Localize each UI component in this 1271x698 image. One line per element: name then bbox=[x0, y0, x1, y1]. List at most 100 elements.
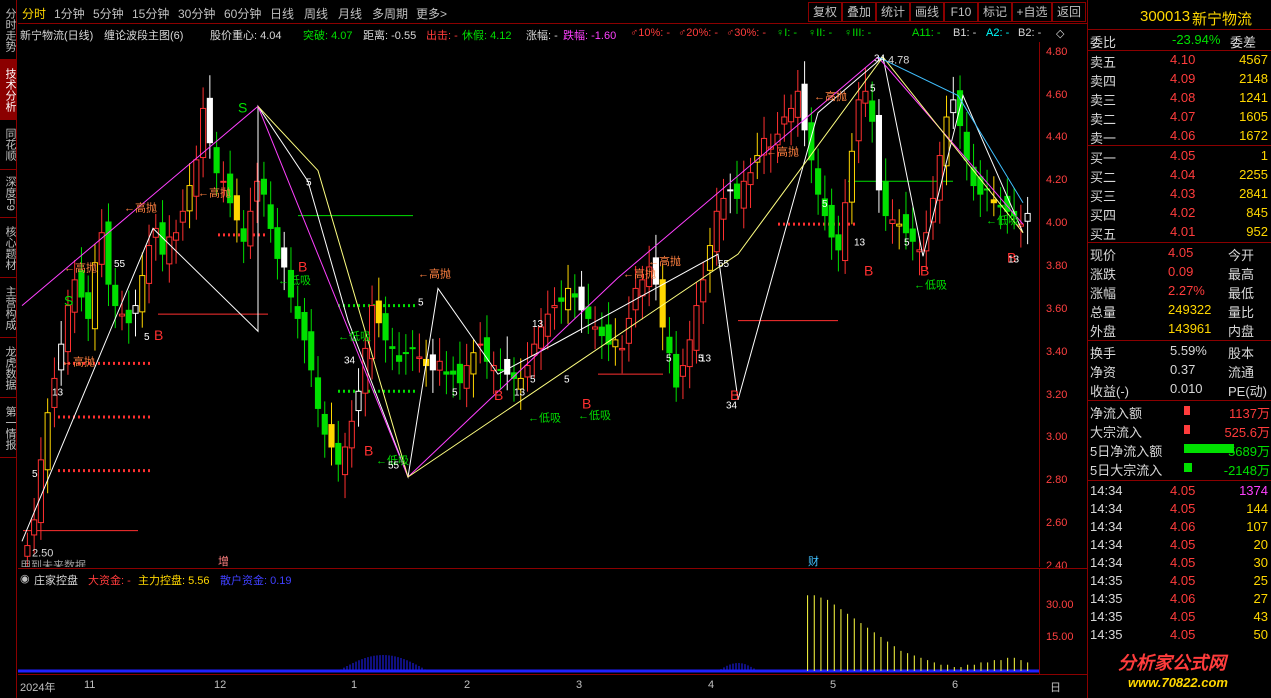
sub-indicator-chart[interactable] bbox=[18, 586, 1039, 674]
nav-qingbao[interactable]: 第一情报 bbox=[0, 398, 16, 458]
tick-price: 4.05 bbox=[1170, 627, 1196, 642]
tick-vol: 30 bbox=[1253, 555, 1268, 570]
zeng-marker: 增 bbox=[218, 554, 229, 567]
candle-body bbox=[909, 228, 916, 242]
candle-body bbox=[544, 313, 551, 337]
tick-row: 14:35 4.05 50 bbox=[1088, 626, 1271, 644]
quote-label2: 最高 bbox=[1228, 267, 1255, 282]
period-month[interactable]: 月线 bbox=[338, 5, 362, 22]
dixi-label: ←低吸 bbox=[528, 411, 561, 424]
sell-signal: S bbox=[64, 293, 73, 309]
xlabel[interactable]: 日 bbox=[1050, 679, 1061, 695]
back-button[interactable]: 返回 bbox=[1052, 2, 1086, 22]
candle-body bbox=[720, 197, 727, 220]
ask-vol: 1605 bbox=[1239, 109, 1268, 124]
candle-body bbox=[889, 219, 896, 224]
candle-body bbox=[389, 346, 396, 349]
q2-value: ♀II: - bbox=[808, 27, 833, 39]
biaoji-button[interactable]: 标记 bbox=[978, 2, 1012, 22]
diejia-button[interactable]: 叠加 bbox=[842, 2, 876, 22]
candle-body bbox=[294, 306, 301, 319]
period-multi[interactable]: 多周期 bbox=[372, 5, 408, 22]
candle-body bbox=[308, 331, 315, 371]
tick-row: 14:34 4.05 20 bbox=[1088, 536, 1271, 554]
nav-tonghuashun[interactable]: 同花顺 bbox=[0, 120, 16, 170]
candle-body bbox=[592, 326, 599, 330]
stats-label: 换手 bbox=[1090, 346, 1117, 361]
diefu-value: 跌幅: -1.60 bbox=[563, 30, 617, 42]
candle-body bbox=[727, 189, 734, 192]
gaopao-label: ←高抛 bbox=[418, 267, 451, 281]
price-axis: 4.80 4.60 4.40 4.20 4.00 3.80 3.60 3.40 3.20 3.00… bbox=[1039, 42, 1087, 572]
candle-body bbox=[896, 223, 903, 227]
period-30min[interactable]: 30分钟 bbox=[178, 5, 215, 22]
ask-vol: 1672 bbox=[1239, 128, 1268, 143]
flow-bar bbox=[1184, 444, 1234, 453]
flow-bar bbox=[1184, 406, 1190, 415]
count-label: 34 bbox=[874, 53, 886, 64]
nav-jishufenxi[interactable]: 技术分析 bbox=[0, 60, 16, 120]
quote-label: 总量 bbox=[1090, 305, 1117, 320]
buy-signal: B bbox=[298, 258, 307, 274]
candle-body bbox=[166, 236, 173, 265]
candle-body bbox=[112, 284, 119, 307]
stats-value: 0.010 bbox=[1170, 381, 1203, 396]
count-label: 5 bbox=[306, 178, 312, 189]
period-5min[interactable]: 5分钟 bbox=[93, 5, 124, 22]
flow-label: 5日大宗流入 bbox=[1090, 463, 1163, 478]
period-day[interactable]: 日线 bbox=[270, 5, 294, 22]
main-kline-chart[interactable]: ←高抛←高抛←高抛←高抛←高抛 ←高抛←高抛←高抛←高抛←低吸←低吸←低吸←低吸 ←… bbox=[18, 42, 1039, 567]
candle-body bbox=[301, 312, 308, 341]
xlabel: 2024年 bbox=[20, 682, 56, 694]
flow-bar bbox=[1184, 463, 1192, 472]
candle-body bbox=[78, 270, 85, 298]
center-value: 股价重心: 4.04 bbox=[210, 30, 282, 42]
xlabel: 6 bbox=[952, 679, 959, 691]
period-more[interactable]: 更多> bbox=[416, 5, 447, 22]
weicha-label: 委差 bbox=[1230, 35, 1257, 50]
stats-label2: PE(动) bbox=[1228, 384, 1268, 399]
nav-zhuying[interactable]: 主营构成 bbox=[0, 278, 16, 338]
p10-value: ♂10%: - bbox=[630, 27, 671, 39]
count-label: 55 bbox=[114, 259, 126, 270]
nav-shendu[interactable]: 深度F9 bbox=[0, 170, 16, 218]
tongji-button[interactable]: 统计 bbox=[876, 2, 910, 22]
nav-hexin[interactable]: 核心题材 bbox=[0, 218, 16, 278]
add-watchlist-button[interactable]: +自选 bbox=[1012, 2, 1052, 22]
candle-body bbox=[247, 210, 254, 247]
period-1min[interactable]: 1分钟 bbox=[54, 5, 85, 22]
quote-value: 2.27% bbox=[1168, 283, 1205, 298]
cai-marker: 财 bbox=[808, 554, 819, 567]
candle-body bbox=[213, 147, 220, 174]
count-label: 5 bbox=[452, 388, 458, 399]
ask-price: 4.10 bbox=[1170, 52, 1196, 67]
count-label: 13 bbox=[854, 238, 866, 249]
quote-label2: 今开 bbox=[1228, 248, 1255, 263]
candle-body bbox=[44, 412, 51, 471]
quote-row: 涨跌 0.09 最高 bbox=[1088, 263, 1271, 282]
period-60min[interactable]: 60分钟 bbox=[224, 5, 261, 22]
fuquan-button[interactable]: 复权 bbox=[808, 2, 842, 22]
f10-button[interactable]: F10 bbox=[944, 2, 978, 22]
huaxian-button[interactable]: 画线 bbox=[910, 2, 944, 22]
period-week[interactable]: 周线 bbox=[304, 5, 328, 22]
indicator-name[interactable]: 缠论波段主图(6) bbox=[104, 27, 183, 43]
stats-label2: 流通 bbox=[1228, 365, 1255, 380]
period-fenshi[interactable]: 分时 bbox=[22, 5, 46, 22]
gaopao-label: ←高抛 bbox=[198, 185, 231, 199]
tick-row: 14:35 4.05 43 bbox=[1088, 608, 1271, 626]
price-tick: 3.80 bbox=[1046, 260, 1068, 272]
nav-fenshi[interactable]: 分时走势 bbox=[0, 0, 16, 60]
nav-longhu[interactable]: 龙虎数据 bbox=[0, 338, 16, 398]
price-tick: 4.60 bbox=[1046, 88, 1068, 101]
bid-row: 买四 4.02 845 bbox=[1088, 204, 1271, 223]
xlabel: 11 bbox=[84, 679, 96, 691]
count-label: 5 bbox=[32, 469, 38, 480]
period-15min[interactable]: 15分钟 bbox=[132, 5, 169, 22]
quote-label: 外盘 bbox=[1090, 324, 1117, 339]
buy-signal: B bbox=[582, 395, 591, 411]
count-label: 5 bbox=[870, 83, 876, 94]
chevron-down-icon[interactable]: ◉ bbox=[20, 572, 30, 585]
tick-time: 14:34 bbox=[1090, 483, 1123, 498]
tupo-value: 突破: 4.07 bbox=[303, 30, 353, 42]
